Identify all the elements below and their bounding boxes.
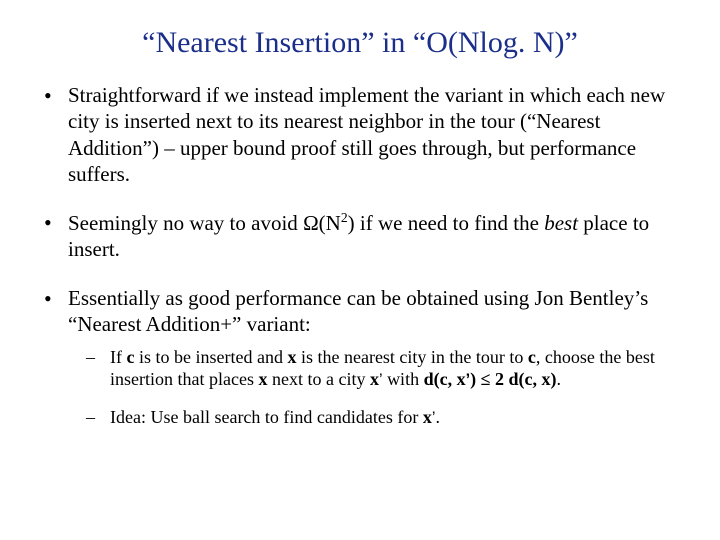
sb1-h: ) ≤ 2 d(c, x) — [470, 369, 556, 389]
sb1-f: with — [383, 369, 424, 389]
sub-bullet-2: Idea: Use ball search to find candidates… — [86, 407, 680, 429]
title-part-3: O(Nlog. N) — [426, 26, 564, 59]
bullet-2-a: Seemingly no way to avoid — [68, 211, 303, 235]
bullet-2: Seemingly no way to avoid Ω(N2) if we ne… — [40, 209, 680, 263]
sb1-g: d(c, x — [424, 369, 466, 389]
sb1-c: is the nearest city in the tour to — [296, 347, 527, 367]
bullet-1-text: Straightforward if we instead implement … — [68, 83, 665, 186]
sb1-e: next to a city — [267, 369, 369, 389]
sub-bullet-1: If c is to be inserted and x is the near… — [86, 347, 680, 391]
omega-symbol: Ω — [303, 211, 319, 235]
sb1-i: . — [556, 369, 561, 389]
bullet-2-exp: 2 — [341, 210, 348, 225]
bullet-list: Straightforward if we instead implement … — [40, 82, 680, 429]
title-quote-open-1: “ — [142, 26, 155, 59]
bullet-2-b: (N — [319, 211, 341, 235]
title-quote-close-1: ” — [361, 26, 374, 59]
sb1-c1: c — [127, 347, 135, 367]
sb2-x: x — [423, 407, 432, 427]
bullet-3: Essentially as good performance can be o… — [40, 285, 680, 429]
title-quote-open-2: “ — [413, 26, 426, 59]
title-part-1: Nearest Insertion — [155, 26, 361, 59]
bullet-3-text: Essentially as good performance can be o… — [68, 286, 648, 336]
sb1-b: is to be inserted and — [135, 347, 288, 367]
sb2-b: . — [435, 407, 440, 427]
slide-title: “Nearest Insertion” in “O(Nlog. N)” — [40, 26, 680, 60]
bullet-2-best: best — [544, 211, 578, 235]
sub-bullet-list: If c is to be inserted and x is the near… — [86, 347, 680, 429]
title-part-2: in — [375, 26, 413, 59]
bullet-2-c: ) if we need to find the — [348, 211, 545, 235]
sb1-c2: c — [528, 347, 536, 367]
title-quote-close-2: ” — [565, 26, 578, 59]
sb2-a: Idea: Use ball search to find candidates… — [110, 407, 423, 427]
sb1-a: If — [110, 347, 127, 367]
slide: “Nearest Insertion” in “O(Nlog. N)” Stra… — [0, 0, 720, 540]
sb1-x3: x — [370, 369, 379, 389]
bullet-1: Straightforward if we instead implement … — [40, 82, 680, 187]
